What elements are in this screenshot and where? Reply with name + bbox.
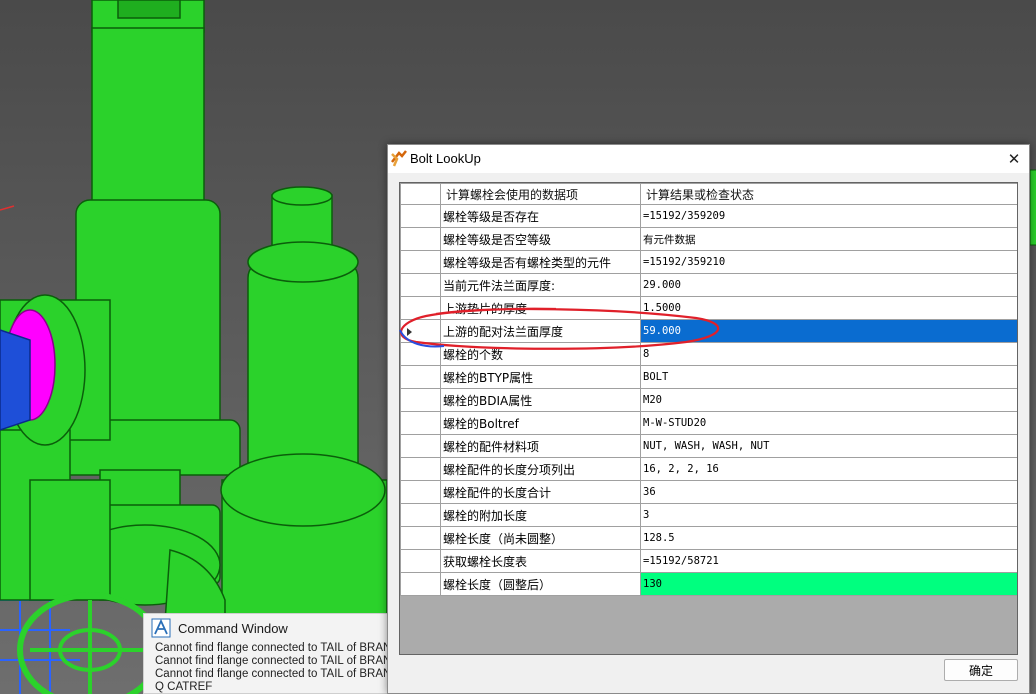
row-header[interactable] <box>400 411 441 435</box>
cell-value[interactable]: 128.5 <box>640 526 1017 550</box>
row-header[interactable] <box>400 319 441 343</box>
bolt-app-icon <box>390 148 408 172</box>
cell-value[interactable]: 29.000 <box>640 273 1017 297</box>
row-header[interactable] <box>400 457 441 481</box>
command-output-line: Cannot find flange connected to TAIL of … <box>155 668 388 680</box>
cell-value[interactable]: 3 <box>640 503 1017 527</box>
cell-item[interactable]: 螺栓的个数 <box>440 342 641 366</box>
row-header[interactable] <box>400 365 441 389</box>
row-header[interactable] <box>400 480 441 504</box>
dialog-title: Bolt LookUp <box>410 151 481 166</box>
row-header[interactable] <box>400 572 441 596</box>
cell-item[interactable]: 当前元件法兰面厚度: <box>440 273 641 297</box>
table-row[interactable]: 上游的配对法兰面厚度 59.000 <box>400 319 1017 343</box>
row-header[interactable] <box>400 434 441 458</box>
cell-item[interactable]: 螺栓长度（圆整后） <box>440 572 641 596</box>
cell-item[interactable]: 螺栓长度（尚未圆整） <box>440 526 641 550</box>
cell-item[interactable]: 螺栓的BDIA属性 <box>440 388 641 412</box>
cell-item[interactable]: 螺栓的配件材料项 <box>440 434 641 458</box>
bolt-lookup-dialog: Bolt LookUp ✕ 计算螺栓会使用的数据项 计算结果或检查状态 螺栓等级… <box>387 144 1030 694</box>
column-header-item[interactable]: 计算螺栓会使用的数据项 <box>440 183 641 205</box>
cell-value[interactable]: =15192/359209 <box>640 204 1017 228</box>
table-row[interactable]: 螺栓的个数 8 <box>400 342 1017 366</box>
command-output-line: Cannot find flange connected to TAIL of … <box>155 642 388 654</box>
table-row[interactable]: 螺栓配件的长度分项列出 16, 2, 2, 16 <box>400 457 1017 481</box>
table-row[interactable]: 螺栓等级是否存在 =15192/359209 <box>400 204 1017 228</box>
cell-value[interactable]: =15192/359210 <box>640 250 1017 274</box>
row-header-corner <box>400 183 441 205</box>
app-logo-icon <box>150 617 172 639</box>
command-output-line: Cannot find flange connected to TAIL of … <box>155 655 388 667</box>
lookup-table[interactable]: 计算螺栓会使用的数据项 计算结果或检查状态 螺栓等级是否存在 =15192/359… <box>399 182 1018 655</box>
cell-value[interactable]: =15192/58721 <box>640 549 1017 573</box>
cell-value[interactable]: 59.000 <box>640 319 1017 343</box>
cell-value[interactable]: 130 <box>640 572 1017 596</box>
table-row[interactable]: 螺栓配件的长度合计 36 <box>400 480 1017 504</box>
cell-value[interactable]: 16, 2, 2, 16 <box>640 457 1017 481</box>
command-window-header[interactable]: Command Window <box>144 614 387 642</box>
table-row[interactable]: 螺栓的附加长度 3 <box>400 503 1017 527</box>
ok-button[interactable]: 确定 <box>944 659 1018 681</box>
table-row[interactable]: 螺栓的BTYP属性 BOLT <box>400 365 1017 389</box>
command-window-title: Command Window <box>178 620 288 636</box>
command-output-line: Q CATREF <box>155 681 213 693</box>
row-header[interactable] <box>400 296 441 320</box>
cell-item[interactable]: 螺栓配件的长度分项列出 <box>440 457 641 481</box>
cell-value[interactable]: 36 <box>640 480 1017 504</box>
cell-item[interactable]: 螺栓等级是否有螺栓类型的元件 <box>440 250 641 274</box>
cell-item[interactable]: 螺栓等级是否存在 <box>440 204 641 228</box>
cell-value[interactable]: BOLT <box>640 365 1017 389</box>
table-row[interactable]: 螺栓的BDIA属性 M20 <box>400 388 1017 412</box>
row-header[interactable] <box>400 227 441 251</box>
close-icon[interactable]: ✕ <box>999 145 1029 173</box>
cell-value[interactable]: 有元件数据 <box>640 227 1017 251</box>
table-row[interactable]: 螺栓的配件材料项 NUT, WASH, WASH, NUT <box>400 434 1017 458</box>
row-header[interactable] <box>400 204 441 228</box>
cell-item[interactable]: 螺栓的BTYP属性 <box>440 365 641 389</box>
cell-value[interactable]: 8 <box>640 342 1017 366</box>
table-row[interactable]: 螺栓等级是否空等级 有元件数据 <box>400 227 1017 251</box>
command-output: Cannot find flange connected to TAIL of … <box>144 642 388 693</box>
cell-item[interactable]: 获取螺栓长度表 <box>440 549 641 573</box>
row-header[interactable] <box>400 273 441 297</box>
dialog-titlebar[interactable]: Bolt LookUp ✕ <box>388 145 1029 173</box>
table-header-row: 计算螺栓会使用的数据项 计算结果或检查状态 <box>400 183 1017 205</box>
table-row[interactable]: 获取螺栓长度表 =15192/58721 <box>400 549 1017 573</box>
cell-item[interactable]: 上游垫片的厚度 <box>440 296 641 320</box>
row-header[interactable] <box>400 526 441 550</box>
table-row[interactable]: 螺栓长度（尚未圆整） 128.5 <box>400 526 1017 550</box>
cell-value[interactable]: M-W-STUD20 <box>640 411 1017 435</box>
command-window[interactable]: Command Window Cannot find flange connec… <box>143 613 388 694</box>
cell-value[interactable]: NUT, WASH, WASH, NUT <box>640 434 1017 458</box>
table-row[interactable]: 螺栓的Boltref M-W-STUD20 <box>400 411 1017 435</box>
column-header-result[interactable]: 计算结果或检查状态 <box>640 183 1017 205</box>
cell-item[interactable]: 螺栓配件的长度合计 <box>440 480 641 504</box>
table-row[interactable]: 当前元件法兰面厚度: 29.000 <box>400 273 1017 297</box>
cell-item[interactable]: 螺栓的附加长度 <box>440 503 641 527</box>
row-header[interactable] <box>400 503 441 527</box>
cell-value[interactable]: M20 <box>640 388 1017 412</box>
row-header[interactable] <box>400 250 441 274</box>
current-row-arrow-icon <box>407 328 412 336</box>
table-row[interactable]: 螺栓等级是否有螺栓类型的元件 =15192/359210 <box>400 250 1017 274</box>
table-row[interactable]: 螺栓长度（圆整后） 130 <box>400 572 1017 596</box>
cell-item[interactable]: 螺栓的Boltref <box>440 411 641 435</box>
row-header[interactable] <box>400 388 441 412</box>
cell-item[interactable]: 螺栓等级是否空等级 <box>440 227 641 251</box>
row-header[interactable] <box>400 342 441 366</box>
cell-value[interactable]: 1.5000 <box>640 296 1017 320</box>
cell-item[interactable]: 上游的配对法兰面厚度 <box>440 319 641 343</box>
row-header[interactable] <box>400 549 441 573</box>
table-row[interactable]: 上游垫片的厚度 1.5000 <box>400 296 1017 320</box>
